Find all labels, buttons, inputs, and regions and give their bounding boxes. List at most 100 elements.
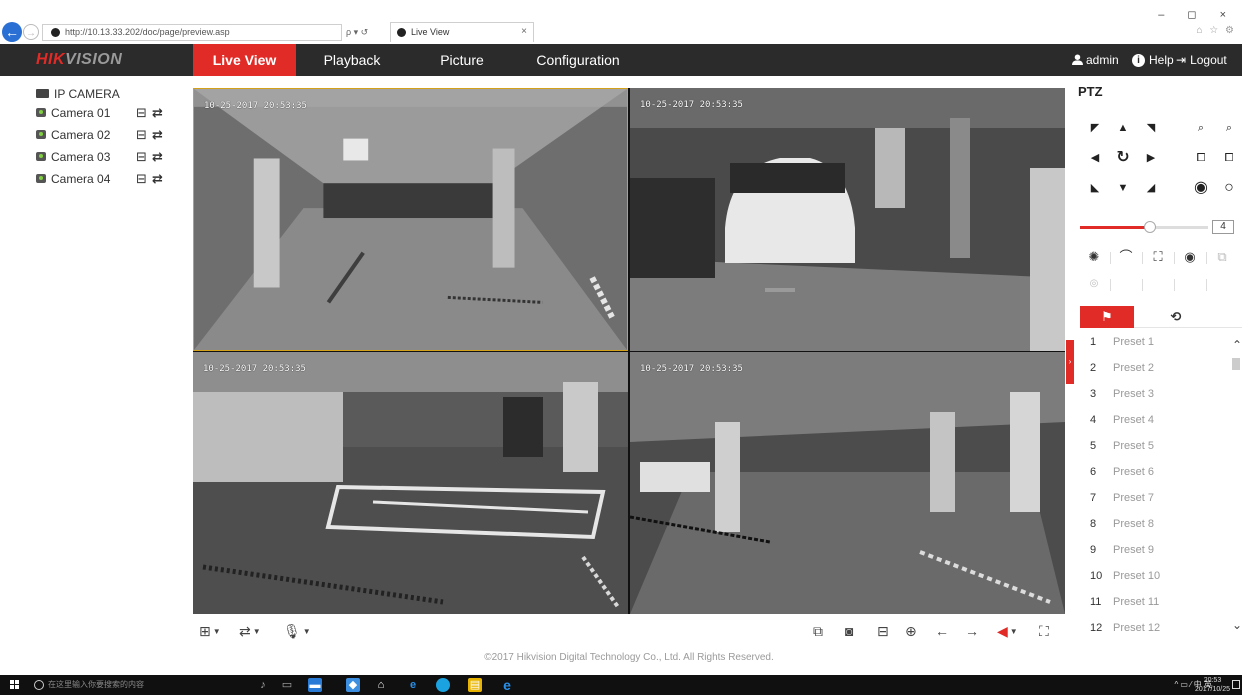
taskbar-search[interactable]: 在这里输入你要搜索的内容 [34, 677, 144, 693]
preset-item[interactable]: 4 Preset 4 [1080, 408, 1230, 434]
digital-zoom-button[interactable]: ⊕ [905, 622, 917, 640]
preset-item[interactable]: 1 Preset 1 [1080, 330, 1230, 356]
preset-item[interactable]: 3 Preset 3 [1080, 382, 1230, 408]
zoom-out-icon[interactable]: ⌕ [1217, 116, 1241, 140]
ptz-up-left-button[interactable]: ◤ [1083, 116, 1107, 140]
iris-open-icon[interactable]: ◉ [1189, 176, 1213, 200]
record-icon[interactable]: ⊟ [136, 124, 147, 146]
scroll-up-chevron-icon[interactable]: ⌃ [1232, 338, 1242, 352]
back-arrow-icon[interactable]: ← [2, 22, 22, 42]
video-pane-2[interactable]: 10-25-2017 20:53:35 [630, 88, 1065, 351]
record-icon[interactable]: ⊟ [136, 168, 147, 190]
browser-icon[interactable] [436, 678, 450, 692]
manual-tracking-icon[interactable]: ⧉ [1210, 247, 1234, 267]
record-icon[interactable]: ⊟ [136, 146, 147, 168]
preset-item[interactable]: 2 Preset 2 [1080, 356, 1230, 382]
ptz-right-button[interactable]: ▶ [1139, 146, 1163, 170]
nav-playback[interactable]: Playback [310, 44, 394, 76]
collapse-panel-tab[interactable]: › [1066, 340, 1074, 384]
video-pane-3[interactable]: 10-25-2017 20:53:35 [193, 352, 628, 614]
camera-item[interactable]: Camera 03 ⊟ ⇄ [36, 146, 186, 168]
auxiliary-focus-icon[interactable]: ⛶ [1146, 247, 1170, 267]
forward-arrow-icon[interactable]: → [23, 24, 39, 40]
edge-browser-icon[interactable]: e [406, 678, 420, 692]
camera-item[interactable]: Camera 04 ⊟ ⇄ [36, 168, 186, 190]
light-icon[interactable]: ✺ [1082, 247, 1106, 267]
tree-root[interactable]: IP CAMERA [36, 86, 186, 102]
record-icon[interactable]: ⊟ [136, 102, 147, 124]
iris-close-icon[interactable]: ○ [1217, 176, 1241, 200]
nav-live-view[interactable]: Live View [193, 44, 296, 76]
camera-item[interactable]: Camera 02 ⊟ ⇄ [36, 124, 186, 146]
notification-icon[interactable] [1232, 680, 1240, 689]
ptz-icon[interactable]: ⇄ [152, 124, 163, 146]
ptz-left-button[interactable]: ◀ [1083, 146, 1107, 170]
preset-item[interactable]: 6 Preset 6 [1080, 460, 1230, 486]
video-pane-4[interactable]: 10-25-2017 20:53:35 [630, 352, 1065, 614]
preset-item[interactable]: 10 Preset 10 [1080, 564, 1230, 590]
ptz-speed-slider[interactable] [1080, 221, 1208, 233]
ptz-icon[interactable]: ⇄ [152, 146, 163, 168]
preset-item[interactable]: 8 Preset 8 [1080, 512, 1230, 538]
microphone-icon[interactable]: ♪ [256, 678, 270, 692]
window-controls[interactable]: – ◻ × [1158, 8, 1236, 21]
ptz-down-button[interactable]: ▼ [1111, 176, 1135, 200]
volume-button[interactable]: ◀ ▼ [997, 622, 1018, 640]
task-view-icon[interactable]: ▭ [280, 678, 294, 692]
ptz-up-button[interactable]: ▲ [1111, 116, 1135, 140]
address-search-refresh[interactable]: ρ ▾ ↺ [346, 24, 390, 41]
ptz-speed-knob[interactable] [1144, 221, 1157, 233]
ptz-icon[interactable]: ⇄ [152, 102, 163, 124]
audio-talk-button[interactable]: 🎙 ▼ [283, 622, 311, 640]
tab-preset[interactable]: ⚑ [1080, 306, 1134, 328]
ptz-down-left-button[interactable]: ◣ [1083, 176, 1107, 200]
focus-far-icon[interactable]: ⧠ [1217, 146, 1241, 170]
preset-number: 3 [1090, 388, 1097, 400]
taskbar-clock[interactable]: 20:53 2017/10/25 [1195, 676, 1230, 694]
preset-item[interactable]: 12 Preset 12 [1080, 616, 1230, 642]
notes-icon[interactable]: ▤ [468, 678, 482, 692]
previous-page-button[interactable]: ← [935, 622, 949, 640]
preset-item[interactable]: 11 Preset 11 [1080, 590, 1230, 616]
scroll-down-chevron-icon[interactable]: ⌄ [1232, 618, 1242, 632]
stop-all-button[interactable]: ⧉ [813, 622, 823, 640]
address-bar[interactable]: http://10.13.33.202/doc/page/preview.asp [42, 24, 342, 41]
preset-item[interactable]: 9 Preset 9 [1080, 538, 1230, 564]
3d-positioning-icon[interactable]: ◎ [1082, 274, 1106, 294]
ptz-down-right-button[interactable]: ◢ [1139, 176, 1163, 200]
ptz-auto-scan-button[interactable]: ↻ [1111, 146, 1135, 170]
file-explorer-icon[interactable]: ▬ [308, 678, 322, 692]
wiper-icon[interactable]: ⌒ [1114, 247, 1138, 267]
preset-item[interactable]: 7 Preset 7 [1080, 486, 1230, 512]
browser-tools-icons[interactable]: ⌂ ☆ ⚙ [1196, 25, 1236, 36]
user-menu[interactable]: admin [1072, 44, 1119, 76]
camera-item[interactable]: Camera 01 ⊟ ⇄ [36, 102, 186, 124]
store-icon[interactable]: ⌂ [374, 678, 388, 692]
preset-item[interactable]: 5 Preset 5 [1080, 434, 1230, 460]
stream-type-button[interactable]: ⇄ ▼ [239, 622, 261, 640]
zoom-in-icon[interactable]: ⌕ [1189, 116, 1213, 140]
preset-number: 6 [1090, 466, 1097, 478]
nav-picture[interactable]: Picture [418, 44, 506, 76]
video-pane-1[interactable]: 10-25-2017 20:53:35 [193, 88, 628, 351]
preset-number: 9 [1090, 544, 1097, 556]
capture-button[interactable]: ◙ [845, 622, 853, 640]
next-page-button[interactable]: → [965, 622, 979, 640]
preset-scrollbar-thumb[interactable] [1232, 358, 1240, 370]
ptz-icon[interactable]: ⇄ [152, 168, 163, 190]
record-all-button[interactable]: ⊟ [877, 622, 889, 640]
help-link[interactable]: i Help [1132, 44, 1174, 76]
browser-tab[interactable]: Live View × [390, 22, 534, 42]
ptz-up-right-button[interactable]: ◥ [1139, 116, 1163, 140]
lens-init-icon[interactable]: ◉ [1178, 247, 1202, 267]
tab-close-icon[interactable]: × [521, 23, 527, 41]
focus-near-icon[interactable]: ⧠ [1189, 146, 1213, 170]
window-division-button[interactable]: ⊞ ▼ [199, 622, 221, 640]
internet-explorer-icon[interactable]: e [500, 678, 514, 692]
nav-configuration[interactable]: Configuration [518, 44, 638, 76]
windows-start-icon[interactable] [10, 680, 20, 690]
logout-link[interactable]: ⇥ Logout [1176, 44, 1227, 76]
app-icon[interactable]: ◆ [346, 678, 360, 692]
tab-patrol[interactable]: ⟲ [1156, 306, 1196, 328]
fullscreen-button[interactable]: ⛶ [1039, 622, 1049, 640]
